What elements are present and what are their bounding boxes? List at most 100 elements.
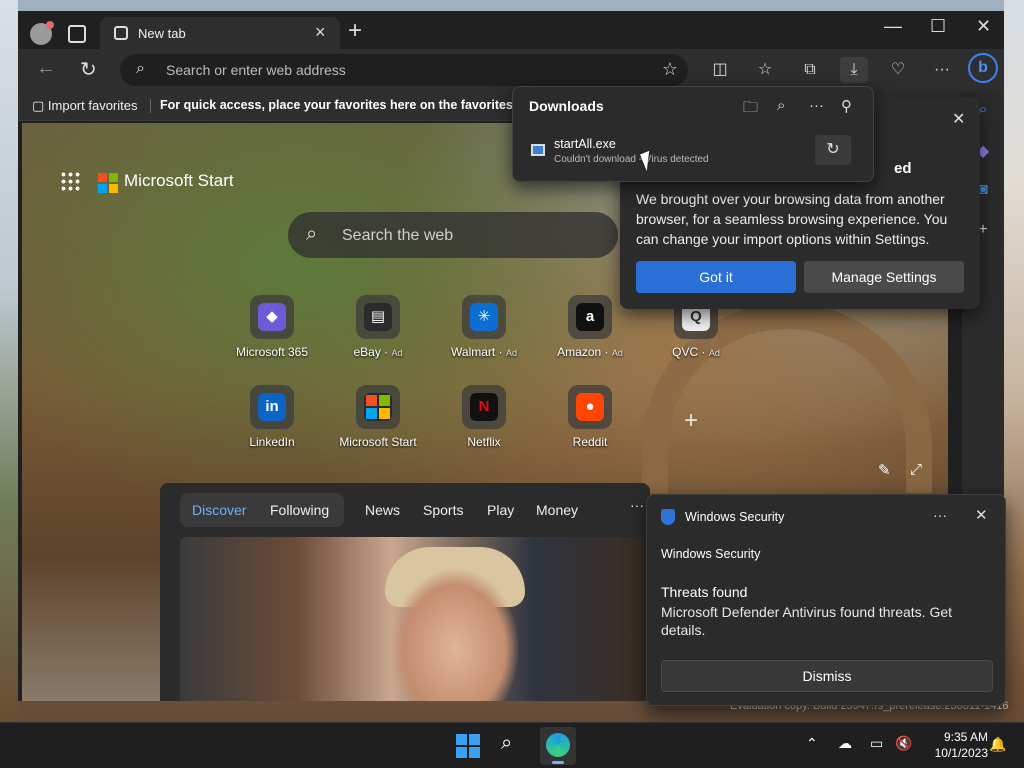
favorite-star-icon[interactable]: ☆ xyxy=(662,59,678,80)
toast-subtitle: Windows Security xyxy=(661,547,761,561)
quick-link-tile: in xyxy=(250,385,294,429)
minimize-button[interactable]: — xyxy=(884,16,902,37)
address-bar[interactable]: ⌕ ☆ xyxy=(120,54,688,86)
toast-close-icon[interactable]: ✕ xyxy=(975,506,988,524)
taskbar-search-icon[interactable]: ⌕ xyxy=(501,732,512,755)
quick-link-tile: a xyxy=(568,295,612,339)
quick-link-label: Amazon · Ad xyxy=(557,345,623,359)
quick-link-tile: ▤ xyxy=(356,295,400,339)
notification-bell-icon[interactable]: 🔔 xyxy=(989,736,1006,753)
import-popup-close-icon[interactable]: ✕ xyxy=(952,109,965,129)
app-launcher-icon[interactable] xyxy=(60,171,80,191)
shield-icon xyxy=(661,509,675,525)
quick-link-tile: N xyxy=(462,385,506,429)
collections-icon[interactable]: ⧉ xyxy=(796,57,824,83)
downloads-more-icon[interactable]: ··· xyxy=(809,97,824,114)
got-it-button[interactable]: Got it xyxy=(636,261,796,293)
windows-security-toast: Windows Security ··· ✕ Windows Security … xyxy=(646,494,1006,706)
quick-link-tile: ◆ xyxy=(250,295,294,339)
microsoft-logo-icon xyxy=(98,173,118,193)
open-folder-icon[interactable]: 🗀 xyxy=(743,97,758,122)
active-app-indicator xyxy=(552,761,564,764)
quick-link-name: QVC xyxy=(672,345,699,359)
tray-volume-muted-icon[interactable]: 🔇 xyxy=(895,735,912,752)
back-icon[interactable]: ← xyxy=(36,57,56,80)
tray-chevron-up-icon[interactable]: ⌃ xyxy=(806,735,818,752)
pivot-discover[interactable]: Discover xyxy=(192,502,246,518)
quick-link-linkedin[interactable]: in LinkedIn xyxy=(222,385,322,449)
settings-more-icon[interactable]: ··· xyxy=(928,57,956,83)
pin-icon[interactable]: ⚲ xyxy=(841,97,852,115)
tab-close-icon[interactable]: × xyxy=(315,22,326,43)
address-input[interactable] xyxy=(166,60,636,80)
maximize-button[interactable]: ☐ xyxy=(930,16,946,37)
quick-link-label: QVC · Ad xyxy=(672,345,720,359)
taskbar-edge-icon[interactable] xyxy=(540,727,576,765)
start-windows-icon[interactable] xyxy=(456,734,480,758)
download-status: Couldn't download - Virus detected xyxy=(554,154,709,165)
taskbar-clock[interactable]: 9:35 AM 10/1/2023 xyxy=(918,729,988,761)
favorites-divider xyxy=(150,99,151,113)
tray-network-icon[interactable]: ▭ xyxy=(870,735,883,752)
feed-pivot-group: Discover Following xyxy=(180,493,344,527)
quick-link-name: LinkedIn xyxy=(249,435,295,449)
download-item[interactable]: startAll.exe Couldn't download - Virus d… xyxy=(513,127,873,183)
amazon-icon: a xyxy=(576,303,604,331)
dismiss-button[interactable]: Dismiss xyxy=(661,660,993,692)
quick-link-microsoft-start[interactable]: Microsoft Start xyxy=(328,385,428,449)
taskbar: ⌕ ⌃ ☁ ▭ 🔇 9:35 AM 10/1/2023 🔔 xyxy=(0,722,1024,768)
manage-settings-button[interactable]: Manage Settings xyxy=(804,261,964,293)
microsoft-start-icon xyxy=(364,393,392,421)
search-icon: ⌕ xyxy=(136,60,145,77)
tab-new-tab[interactable]: New tab × xyxy=(100,17,340,49)
expand-icon[interactable]: ⤢ xyxy=(910,461,922,478)
downloads-icon[interactable]: ⤓ xyxy=(840,57,868,83)
quick-link-reddit[interactable]: ● Reddit xyxy=(540,385,640,449)
profile-avatar[interactable] xyxy=(30,21,54,45)
favorites-icon[interactable]: ☆ xyxy=(751,57,779,83)
downloads-search-icon[interactable]: ⌕ xyxy=(777,97,785,114)
web-search-input[interactable] xyxy=(342,225,602,247)
ad-badge: Ad xyxy=(505,348,517,358)
quick-link-walmart[interactable]: ✳ Walmart · Ad xyxy=(434,295,534,359)
retry-download-icon[interactable]: ↻ xyxy=(815,135,851,165)
news-hero-image[interactable] xyxy=(180,537,650,701)
browser-essentials-icon[interactable]: ♡ xyxy=(884,57,912,83)
import-popup-title: ed xyxy=(894,160,912,177)
quick-link-netflix[interactable]: N Netflix xyxy=(434,385,534,449)
toast-body[interactable]: Microsoft Defender Antivirus found threa… xyxy=(661,603,981,639)
quick-link-label: Microsoft 365 xyxy=(222,345,322,359)
add-site-icon[interactable]: + xyxy=(684,407,698,435)
tab-actions-icon[interactable] xyxy=(68,25,86,43)
quick-link-name: eBay xyxy=(353,345,381,359)
tray-defender-icon[interactable]: ☁ xyxy=(838,735,852,752)
favorites-message-text: For quick access, place your favorites h… xyxy=(160,98,539,112)
import-favorites-button[interactable]: ▢ Import favorites xyxy=(32,98,138,114)
feed-tab-news[interactable]: News xyxy=(365,502,400,518)
feed-tab-play[interactable]: Play xyxy=(487,502,514,518)
pivot-following[interactable]: Following xyxy=(270,502,329,518)
quick-link-tile: ✳ xyxy=(462,295,506,339)
personalize-icon[interactable]: ✎ xyxy=(878,461,891,479)
refresh-icon[interactable]: ↻ xyxy=(80,57,97,82)
clock-date: 10/1/2023 xyxy=(934,746,988,760)
bing-copilot-icon[interactable]: b xyxy=(968,53,998,83)
news-feed: Discover Following News Sports Play Mone… xyxy=(160,483,650,701)
feed-tab-sports[interactable]: Sports xyxy=(423,502,463,518)
quick-link-label: Reddit xyxy=(540,435,640,449)
new-tab-button[interactable]: + xyxy=(348,19,362,43)
quick-link-ebay[interactable]: ▤ eBay · Ad xyxy=(328,295,428,359)
quick-link-name: Walmart xyxy=(451,345,496,359)
downloads-panel: Downloads 🗀 ⌕ ··· ⚲ startAll.exe Couldn'… xyxy=(512,86,874,182)
web-search-box[interactable]: ⌕ xyxy=(288,212,618,258)
toast-more-icon[interactable]: ··· xyxy=(933,507,947,523)
browser-toolbar: ← ↻ ⌕ ☆ ◫ ☆ ⧉ ⤓ ♡ ··· b xyxy=(18,49,1004,91)
download-filename: startAll.exe xyxy=(554,137,616,151)
ad-badge: Ad xyxy=(611,348,623,358)
split-screen-icon[interactable]: ◫ xyxy=(706,57,734,83)
feed-more-icon[interactable]: ··· xyxy=(630,497,644,513)
feed-tab-money[interactable]: Money xyxy=(536,502,578,518)
quick-link-microsoft-365[interactable]: ◆ Microsoft 365 xyxy=(222,295,322,359)
close-button[interactable]: ✕ xyxy=(976,16,991,37)
quick-link-tile: ● xyxy=(568,385,612,429)
